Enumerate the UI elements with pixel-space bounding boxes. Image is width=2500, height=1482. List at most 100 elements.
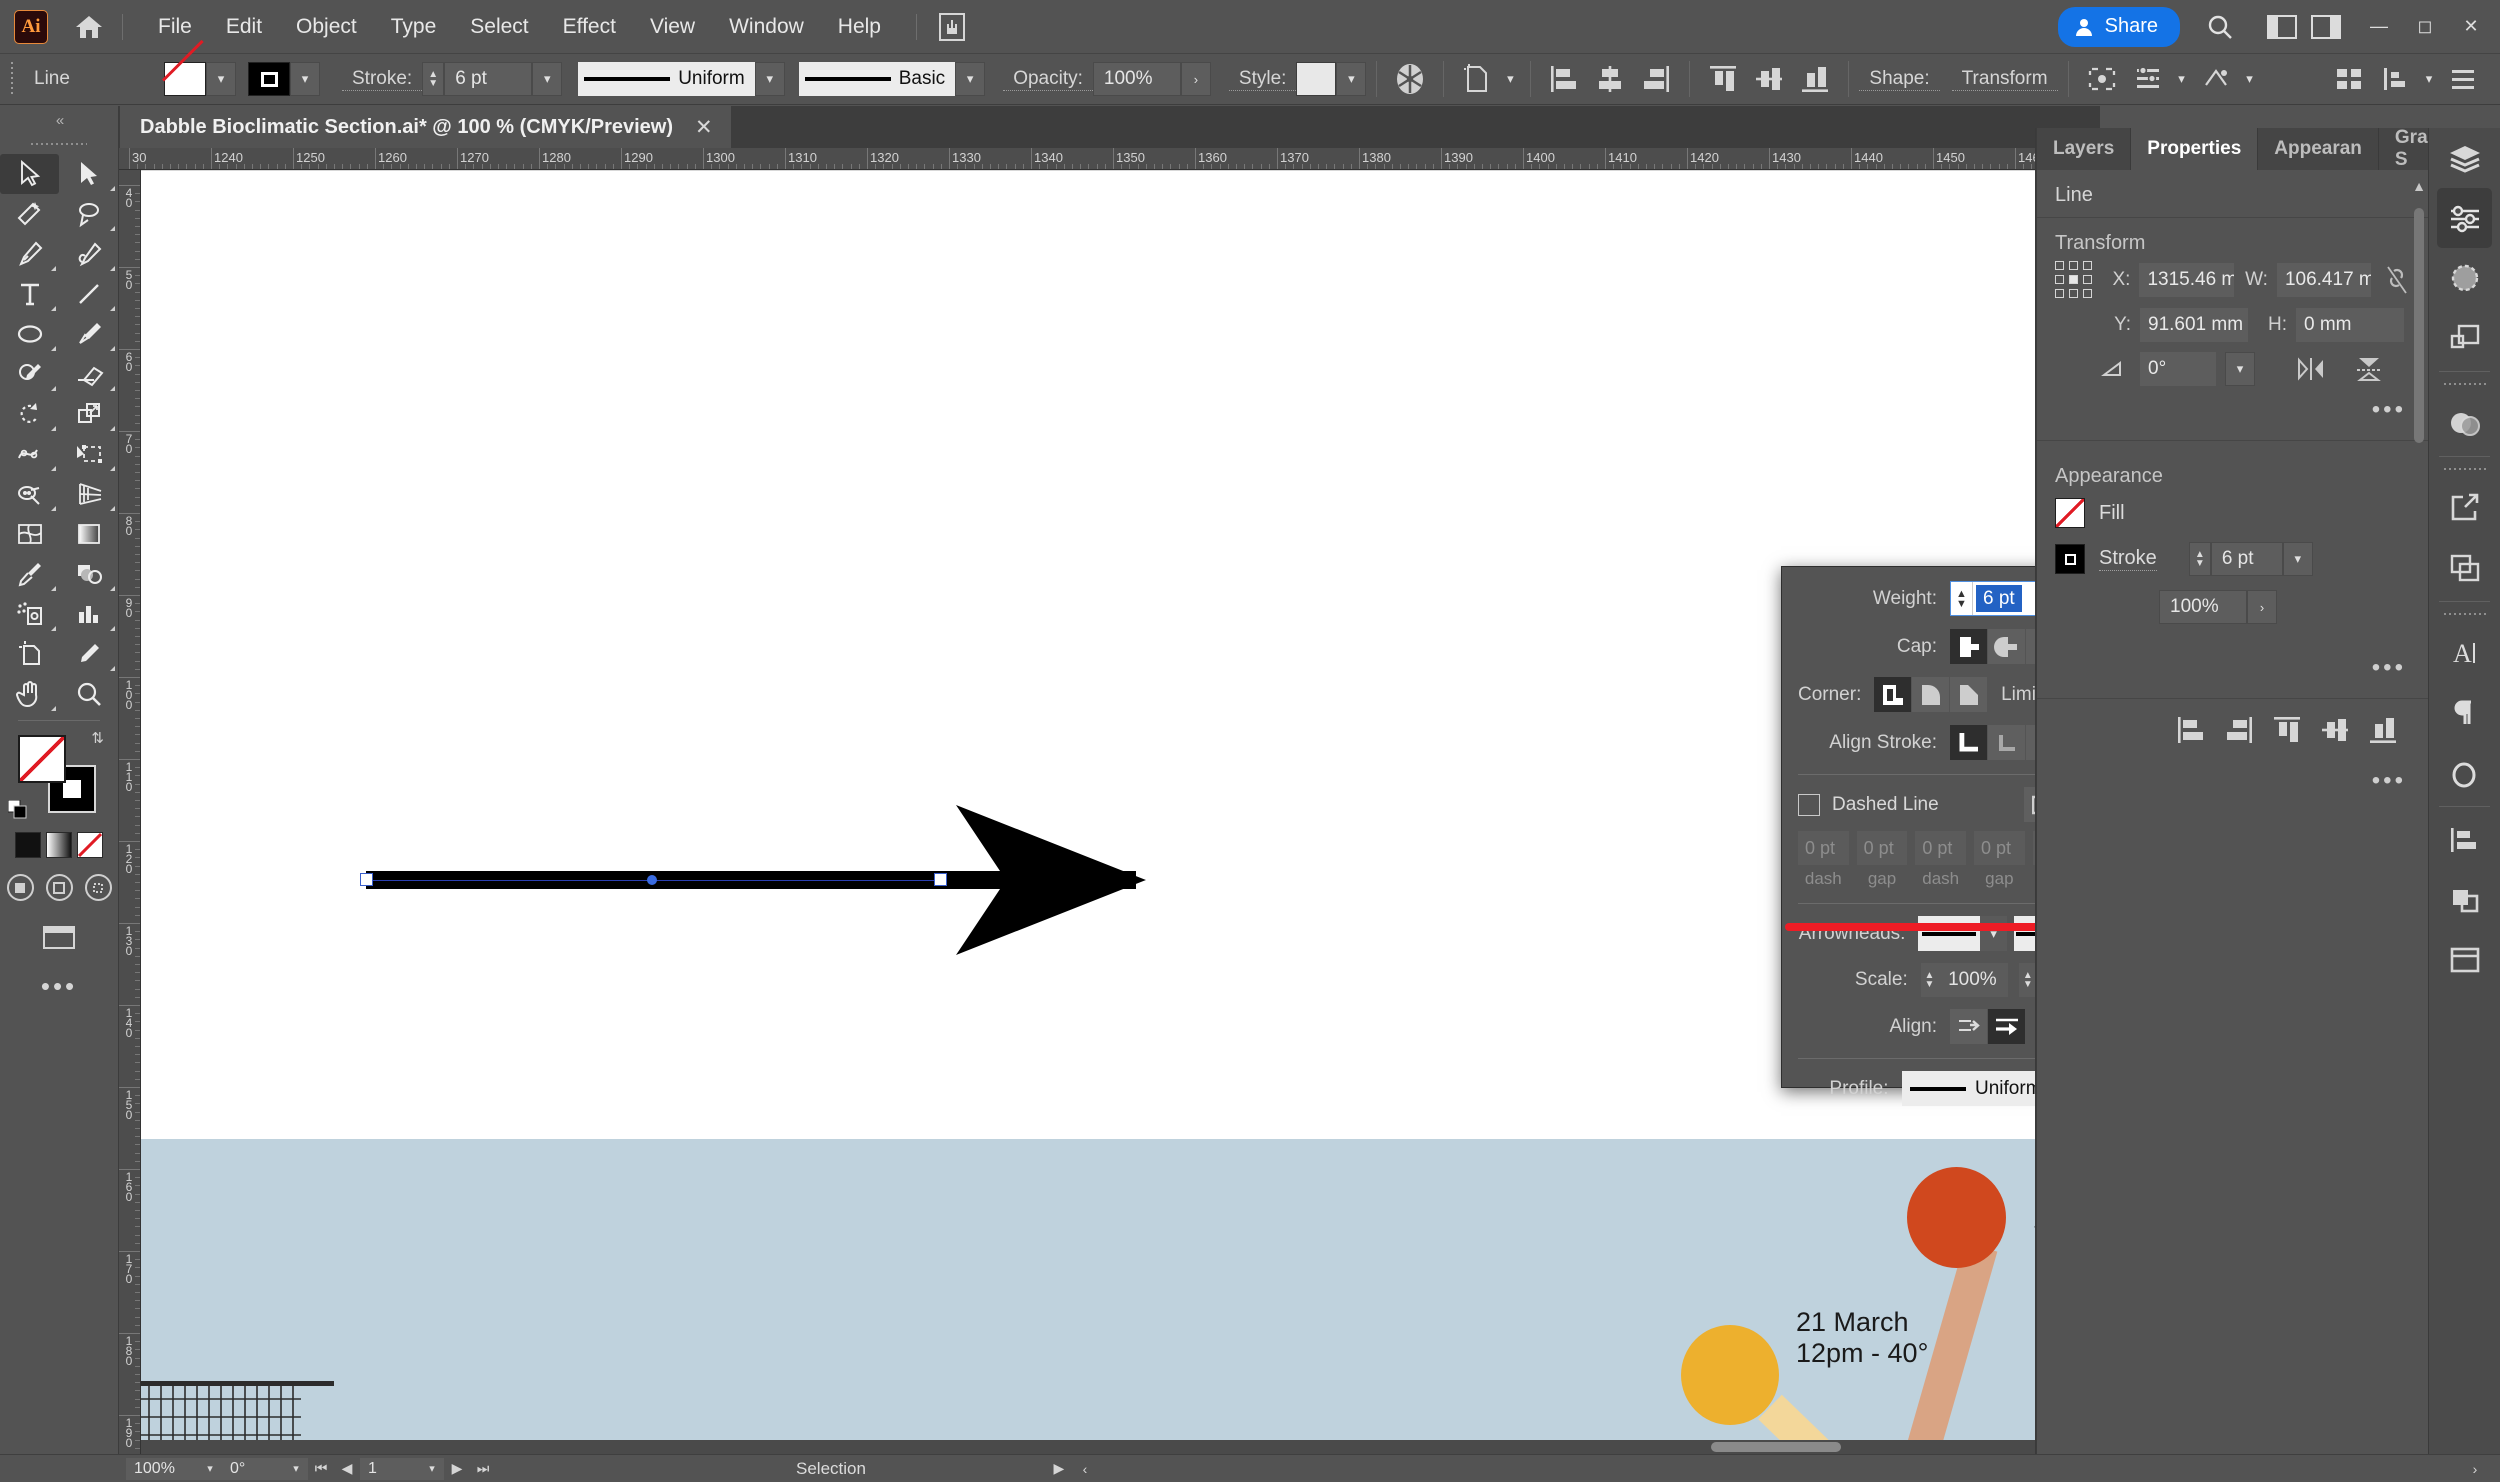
- magic-wand-tool[interactable]: [0, 194, 59, 234]
- mesh-tool[interactable]: [0, 514, 59, 554]
- align-more-options[interactable]: •••: [2037, 755, 2428, 801]
- graphic-styles-icon[interactable]: [2429, 308, 2500, 368]
- paintbrush-tool[interactable]: [59, 314, 118, 354]
- butt-cap-button[interactable]: [1950, 629, 1987, 664]
- status-menu-icon[interactable]: ▶: [1046, 1460, 1072, 1477]
- zoom-tool[interactable]: [59, 674, 118, 714]
- ref-tl[interactable]: [2055, 261, 2064, 270]
- scale-start-field[interactable]: 100%: [1938, 963, 2009, 997]
- stroke-weight-label[interactable]: Stroke:: [342, 67, 423, 92]
- scale-tool[interactable]: [59, 394, 118, 434]
- status-resize-icon[interactable]: ‹: [1072, 1461, 1098, 1477]
- brush-definition-field[interactable]: Basic: [798, 62, 956, 96]
- freeform-gradient-dropdown[interactable]: ▾: [2239, 62, 2261, 96]
- pen-tool[interactable]: [0, 234, 59, 274]
- ref-tr[interactable]: [2083, 261, 2092, 270]
- brush-definition-dropdown[interactable]: ▾: [955, 62, 986, 96]
- select-similar-dropdown[interactable]: ▾: [1500, 62, 1520, 96]
- search-icon[interactable]: [2206, 13, 2234, 41]
- opentype-icon[interactable]: [2429, 743, 2500, 803]
- appearance-more-options[interactable]: •••: [2037, 634, 2428, 688]
- width-profile-field[interactable]: Uniform: [578, 62, 755, 96]
- horizontal-scrollbar[interactable]: [141, 1440, 2100, 1454]
- export-icon[interactable]: [2429, 478, 2500, 538]
- distribute-spacing-icon[interactable]: [2375, 61, 2415, 97]
- align-center-objects-icon[interactable]: [2224, 715, 2254, 745]
- selection-center-point[interactable]: [647, 875, 657, 885]
- document-tab[interactable]: Dabble Bioclimatic Section.ai* @ 100 % (…: [120, 106, 731, 148]
- appearance-stroke-stepper[interactable]: ▲ ▼: [2188, 542, 2211, 576]
- close-button[interactable]: ✕: [2448, 6, 2494, 48]
- properties-scroll-thumb[interactable]: [2414, 208, 2424, 443]
- home-icon[interactable]: [74, 12, 104, 42]
- flip-horizontal-icon[interactable]: [2295, 356, 2327, 382]
- align-bottom-objects-icon[interactable]: [2368, 715, 2398, 745]
- style-label[interactable]: Style:: [1228, 67, 1297, 92]
- direct-selection-tool[interactable]: [59, 154, 118, 194]
- opacity-expand[interactable]: ›: [1180, 62, 1211, 96]
- stroke-weight-stepper[interactable]: ▲ ▼: [1951, 582, 1973, 615]
- symbol-sprayer-tool[interactable]: [0, 594, 59, 634]
- workspace-switcher-icon[interactable]: [2304, 10, 2348, 44]
- align-icon[interactable]: [2429, 810, 2500, 870]
- document-setup-icon[interactable]: [2443, 61, 2483, 97]
- stroke-weight-field[interactable]: 6 pt: [444, 62, 533, 96]
- h-field[interactable]: 0 mm: [2296, 308, 2404, 342]
- stroke-swatch[interactable]: [248, 62, 290, 96]
- first-artboard-icon[interactable]: ⏮: [308, 1460, 334, 1477]
- ref-br[interactable]: [2083, 289, 2092, 298]
- appearance-stroke-weight[interactable]: 6 pt: [2210, 542, 2283, 576]
- arrange-documents-icon[interactable]: [2260, 10, 2304, 44]
- stroke-weight-dropdown[interactable]: ▾: [532, 62, 563, 96]
- toolbar-fill-swatch[interactable]: [18, 735, 66, 783]
- menu-effect[interactable]: Effect: [546, 0, 633, 53]
- align-right-icon[interactable]: [1636, 61, 1676, 97]
- y-field[interactable]: 91.601 mm: [2140, 308, 2248, 342]
- edit-toolbar-dropdown[interactable]: ▾: [2171, 62, 2193, 96]
- horizontal-ruler[interactable]: 30 1240 1250 1260 1270 1280 1290 1300 1310 1320 13…: [119, 148, 2100, 170]
- toolbar-more-button[interactable]: •••: [0, 971, 118, 1002]
- curvature-tool[interactable]: [59, 234, 118, 274]
- scale-start-stepper[interactable]: ▲ ▼: [1920, 963, 1939, 997]
- share-button[interactable]: Share: [2057, 6, 2180, 47]
- show-grid-icon[interactable]: [2329, 61, 2369, 97]
- place-arrow-at-end-button[interactable]: [1988, 1009, 2025, 1044]
- rail-grip-3[interactable]: [2429, 605, 2500, 623]
- shape-label[interactable]: Shape:: [1859, 67, 1940, 92]
- layers-icon[interactable]: [2429, 128, 2500, 188]
- appearance-icon[interactable]: [2429, 248, 2500, 308]
- align-stroke-inside-button[interactable]: [1988, 725, 2025, 760]
- artboard-tool[interactable]: [0, 634, 59, 674]
- gradient-swatch-button[interactable]: [46, 832, 72, 858]
- select-similar-icon[interactable]: [1457, 61, 1497, 97]
- menu-help[interactable]: Help: [821, 0, 898, 53]
- status-right-arrow-icon[interactable]: ›: [2462, 1461, 2488, 1477]
- w-field[interactable]: 106.417 m: [2276, 262, 2371, 297]
- none-swatch-button[interactable]: [77, 832, 103, 858]
- menu-window[interactable]: Window: [712, 0, 821, 53]
- shape-builder-tool[interactable]: [0, 474, 59, 514]
- hscroll-thumb[interactable]: [1711, 1442, 1841, 1452]
- opacity-field[interactable]: 100%: [1092, 62, 1181, 96]
- minimize-button[interactable]: —: [2356, 6, 2402, 48]
- type-tool[interactable]: [0, 274, 59, 314]
- control-bar-grip[interactable]: [9, 62, 15, 96]
- menu-edit[interactable]: Edit: [209, 0, 279, 53]
- freeform-gradient-icon[interactable]: [2196, 61, 2236, 97]
- fill-dropdown[interactable]: ▾: [206, 62, 236, 96]
- ref-bl[interactable]: [2055, 289, 2064, 298]
- ellipse-tool[interactable]: [0, 314, 59, 354]
- blend-tool[interactable]: [59, 554, 118, 594]
- scale-end-stepper[interactable]: ▲ ▼: [2019, 963, 2037, 997]
- draw-normal-icon[interactable]: [6, 874, 34, 901]
- tab-properties[interactable]: Properties: [2131, 128, 2259, 170]
- round-cap-button[interactable]: [1988, 629, 2025, 664]
- draw-inside-icon[interactable]: [84, 874, 112, 901]
- isolate-selected-icon[interactable]: [2082, 61, 2122, 97]
- bevel-join-button[interactable]: [1950, 677, 1988, 712]
- miter-join-button[interactable]: [1874, 677, 1912, 712]
- maximize-button[interactable]: ◻: [2402, 6, 2448, 48]
- eyedropper-tool[interactable]: [0, 554, 59, 594]
- graphic-style-swatch[interactable]: [1296, 62, 1337, 96]
- dash-field-4[interactable]: 0 pt: [1974, 831, 2025, 865]
